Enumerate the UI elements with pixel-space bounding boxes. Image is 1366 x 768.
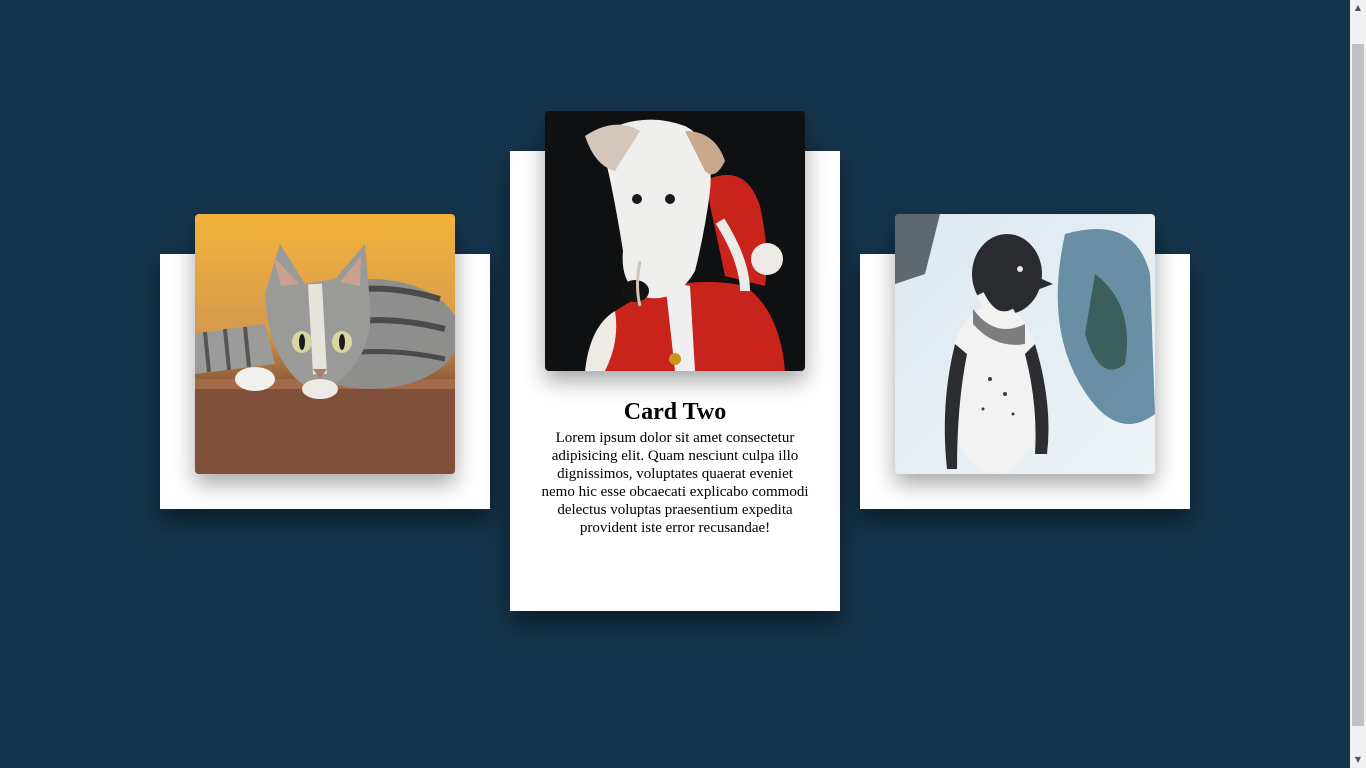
card-three: [860, 214, 1190, 509]
scrollbar-thumb[interactable]: [1352, 44, 1364, 726]
card-title: Card Two: [623, 399, 727, 425]
dog-in-santa-outfit-photo: [545, 111, 805, 371]
card-description: Lorem ipsum dolor sit amet consectetur a…: [541, 430, 809, 536]
vertical-scrollbar[interactable]: ▲ ▼: [1350, 0, 1366, 768]
card-one: [160, 214, 490, 509]
scroll-up-arrow-icon[interactable]: ▲: [1350, 0, 1366, 16]
penguin-photo: [895, 214, 1155, 474]
cat-photo: [195, 214, 455, 474]
scroll-down-arrow-icon[interactable]: ▼: [1350, 752, 1366, 768]
card-two: Card Two Lorem ipsum dolor sit amet cons…: [510, 111, 840, 611]
